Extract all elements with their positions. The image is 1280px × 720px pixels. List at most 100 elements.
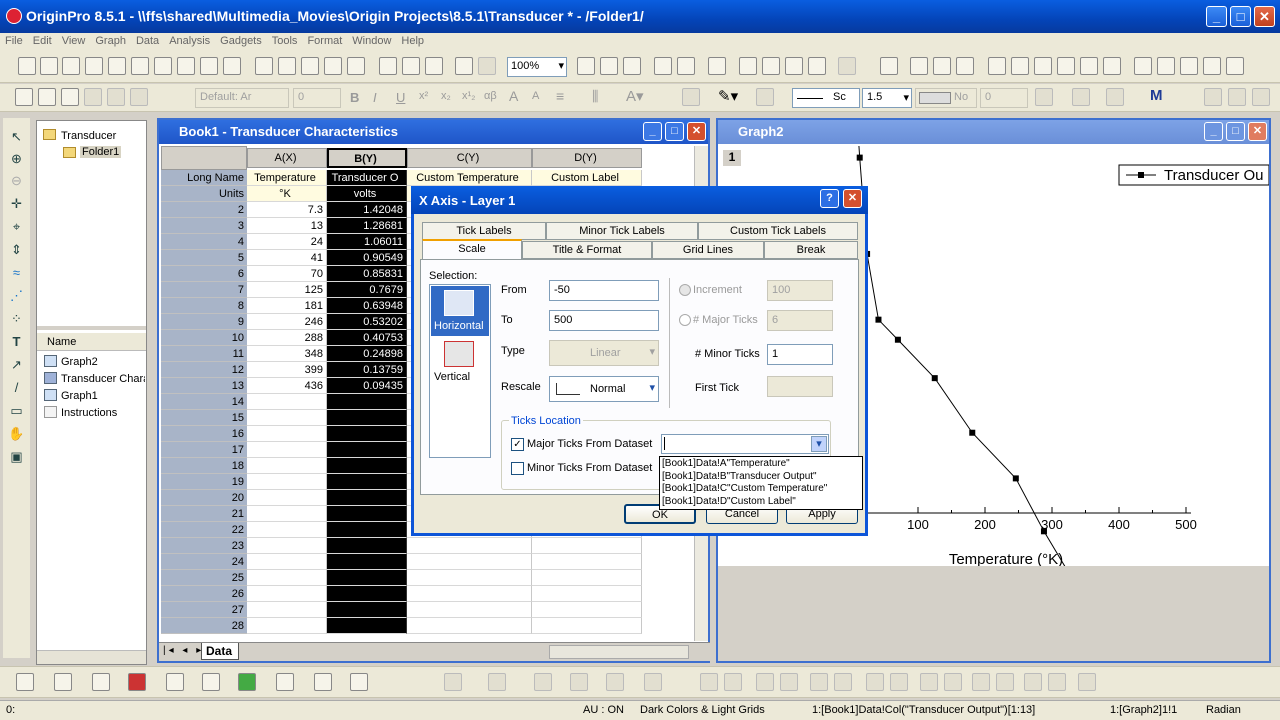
duplicate-icon[interactable]	[425, 57, 443, 75]
tab-title-format[interactable]: Title & Format	[522, 241, 652, 259]
menu-tools[interactable]: Tools	[267, 33, 303, 49]
import-wizard-icon[interactable]	[223, 57, 241, 75]
fill-color-icon[interactable]	[682, 88, 700, 106]
cell-a[interactable]	[247, 586, 327, 602]
dataset-option[interactable]: [Book1]Data!D"Custom Label"	[662, 496, 860, 509]
row-header[interactable]: 11	[161, 346, 247, 362]
cell-b[interactable]	[327, 554, 407, 570]
cell-a[interactable]	[247, 490, 327, 506]
cell-a[interactable]: 24	[247, 234, 327, 250]
row-header[interactable]: 28	[161, 618, 247, 634]
menu-format[interactable]: Format	[302, 33, 347, 49]
cell-a[interactable]: 181	[247, 298, 327, 314]
recalculate-icon[interactable]	[379, 57, 397, 75]
open-excel-icon[interactable]	[301, 57, 319, 75]
rescale-select[interactable]: Normal ▾	[549, 376, 659, 402]
subscript-icon[interactable]: x₂	[441, 90, 451, 102]
new-excel-icon[interactable]	[62, 57, 80, 75]
axis-frame-icon[interactable]	[1034, 57, 1052, 75]
axis-box-icon[interactable]	[1011, 57, 1029, 75]
cell-a[interactable]	[247, 522, 327, 538]
graph-maximize-button[interactable]: □	[1226, 122, 1245, 141]
close-button[interactable]: ✕	[1254, 6, 1275, 27]
cell-b[interactable]	[327, 570, 407, 586]
cell-b[interactable]: 0.09435	[327, 378, 407, 394]
clock-icon[interactable]	[1203, 57, 1221, 75]
list-item-graph2[interactable]: Graph2	[61, 356, 98, 368]
row-header[interactable]: 19	[161, 474, 247, 490]
italic-icon[interactable]: I	[373, 90, 377, 105]
menu-data[interactable]: Data	[131, 33, 164, 49]
horizontal-scrollbar[interactable]	[37, 650, 146, 664]
greek-icon[interactable]: αβ	[484, 90, 497, 102]
cell-b[interactable]	[327, 474, 407, 490]
row-header-long-name[interactable]: Long Name	[161, 170, 247, 186]
message-log-icon[interactable]	[785, 57, 803, 75]
table-icon[interactable]	[1226, 57, 1244, 75]
menu-window[interactable]: Window	[347, 33, 396, 49]
cell-a[interactable]	[247, 426, 327, 442]
graph-close-button[interactable]: ✕	[1248, 122, 1267, 141]
menu-view[interactable]: View	[57, 33, 91, 49]
cell-b[interactable]: 0.90549	[327, 250, 407, 266]
pattern-icon[interactable]	[756, 88, 774, 106]
new-matrix-icon[interactable]	[108, 57, 126, 75]
cell-a[interactable]	[247, 442, 327, 458]
cell-b[interactable]	[327, 458, 407, 474]
long-name-b[interactable]: Transducer O	[327, 170, 407, 186]
column-header-b[interactable]: B(Y)	[327, 148, 407, 168]
table-format-icon[interactable]	[1106, 88, 1124, 106]
align-right-icon[interactable]	[933, 57, 951, 75]
cell-c[interactable]	[407, 586, 532, 602]
corner-cell[interactable]	[161, 146, 247, 170]
zoom-in-icon[interactable]: ⊕	[8, 150, 25, 167]
chevron-down-icon[interactable]: ▾	[811, 436, 827, 452]
minor-ticks-dataset-checkbox[interactable]	[511, 462, 524, 475]
bold-icon[interactable]: B	[350, 90, 359, 105]
cell-b[interactable]	[327, 522, 407, 538]
line-style-select[interactable]: Sc	[792, 88, 860, 108]
cell-a[interactable]: 7.3	[247, 202, 327, 218]
project-explorer-icon[interactable]	[708, 57, 726, 75]
cell-c[interactable]	[407, 554, 532, 570]
menu-file[interactable]: File	[0, 33, 28, 49]
cell-a[interactable]	[247, 474, 327, 490]
major-ticks-radio[interactable]	[679, 314, 691, 326]
cell-a[interactable]	[247, 554, 327, 570]
refresh-icon[interactable]	[402, 57, 420, 75]
minimize-button[interactable]: _	[1206, 6, 1227, 27]
tab-tick-labels[interactable]: Tick Labels	[422, 222, 546, 240]
cell-d[interactable]	[532, 618, 642, 634]
axis-right-icon[interactable]	[1080, 57, 1098, 75]
hand-icon[interactable]: ✋	[8, 425, 25, 442]
cell-a[interactable]: 288	[247, 330, 327, 346]
row-header[interactable]: 7	[161, 282, 247, 298]
list-header[interactable]: Name	[37, 333, 146, 351]
cell-a[interactable]	[247, 538, 327, 554]
workbook-close-button[interactable]: ✕	[687, 122, 706, 141]
row-header[interactable]: 3	[161, 218, 247, 234]
cell-a[interactable]: 41	[247, 250, 327, 266]
cell-b[interactable]: 0.63948	[327, 298, 407, 314]
row-header[interactable]: 21	[161, 506, 247, 522]
dataset-select[interactable]: ▾	[661, 434, 829, 454]
mask-icon[interactable]: M	[1150, 87, 1163, 104]
selection-vertical[interactable]: Vertical	[431, 339, 489, 385]
row-header[interactable]: 13	[161, 378, 247, 394]
cell-b[interactable]	[327, 506, 407, 522]
line-width-select[interactable]: 1.5 ▾	[862, 88, 912, 108]
column-header-a[interactable]: A(X)	[247, 148, 327, 168]
bring-front-icon[interactable]	[1228, 88, 1246, 106]
increment-radio[interactable]	[679, 284, 691, 296]
cell-a[interactable]: 125	[247, 282, 327, 298]
row-header[interactable]: 14	[161, 394, 247, 410]
layer-arrange-icon[interactable]	[880, 57, 898, 75]
line-symbol-icon[interactable]	[92, 673, 110, 691]
code-builder-icon[interactable]	[654, 57, 672, 75]
template-library-icon[interactable]	[350, 673, 368, 691]
row-header[interactable]: 5	[161, 250, 247, 266]
tree-item-transducer[interactable]: Transducer	[61, 130, 116, 142]
cell-b[interactable]	[327, 442, 407, 458]
command-window-icon[interactable]	[739, 57, 757, 75]
workbook-maximize-button[interactable]: □	[665, 122, 684, 141]
